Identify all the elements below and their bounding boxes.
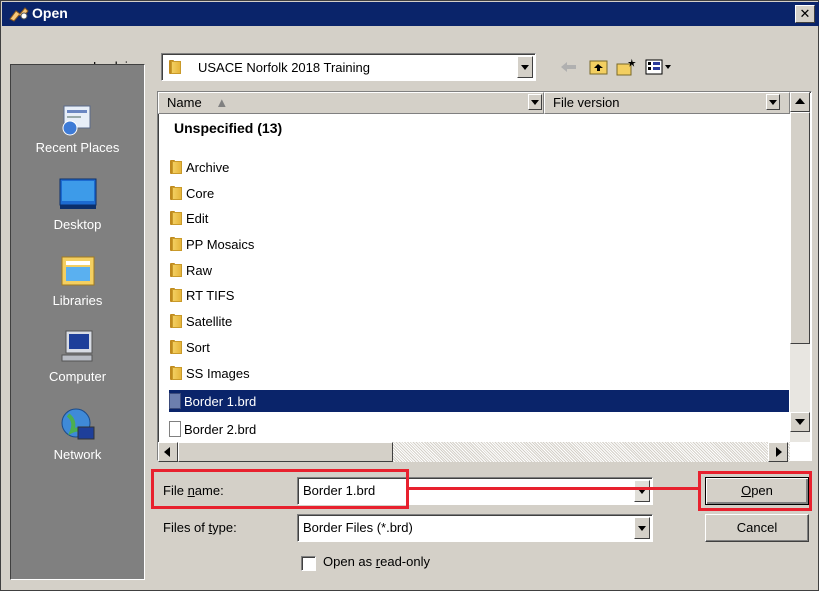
item-name: RT TIFS bbox=[186, 287, 235, 303]
cancel-button[interactable]: Cancel bbox=[705, 514, 809, 542]
file-icon bbox=[169, 393, 181, 409]
list-item[interactable]: Core bbox=[169, 182, 214, 204]
scroll-up-button[interactable] bbox=[790, 92, 810, 112]
item-name: Edit bbox=[186, 210, 209, 226]
list-item[interactable]: RT TIFS bbox=[169, 284, 234, 306]
item-name: Border 1.brd bbox=[184, 393, 257, 409]
column-label: File version bbox=[553, 95, 620, 110]
place-libraries[interactable]: Libraries bbox=[11, 251, 144, 308]
item-name: Raw bbox=[186, 262, 213, 278]
up-folder-icon[interactable] bbox=[588, 58, 610, 76]
scroll-left-button[interactable] bbox=[158, 442, 178, 462]
place-recent-places[interactable]: Recent Places bbox=[11, 98, 144, 155]
folder-icon bbox=[169, 287, 183, 303]
computer-icon bbox=[61, 330, 92, 362]
look-in-value: USACE Norfolk 2018 Training bbox=[198, 60, 370, 75]
column-label: Name bbox=[167, 95, 202, 110]
place-label: Computer bbox=[48, 369, 107, 384]
column-dropdown-icon[interactable] bbox=[766, 94, 780, 110]
column-header-file-version[interactable]: File version bbox=[544, 92, 790, 114]
look-in-combo[interactable]: USACE Norfolk 2018 Training bbox=[161, 53, 536, 81]
scroll-right-button[interactable] bbox=[768, 442, 788, 462]
file-type-label: Files of type: bbox=[163, 520, 237, 535]
item-name: Core bbox=[186, 185, 215, 201]
list-item[interactable]: Satellite bbox=[169, 310, 232, 332]
vertical-scrollbar[interactable] bbox=[790, 92, 810, 442]
group-header: Unspecified (13) bbox=[174, 120, 283, 136]
read-only-label[interactable]: Open as read-only bbox=[323, 554, 430, 569]
file-name-highlight bbox=[151, 469, 409, 509]
desktop-icon bbox=[59, 178, 96, 209]
places-bar: Recent Places Desktop Libraries Computer… bbox=[10, 64, 145, 580]
list-item[interactable]: SS Images bbox=[169, 362, 250, 384]
file-type-select[interactable]: Border Files (*.brd) bbox=[297, 514, 653, 542]
folder-icon bbox=[169, 185, 183, 201]
item-name: Satellite bbox=[186, 313, 233, 329]
item-name: Archive bbox=[186, 159, 230, 175]
close-icon: ✕ bbox=[799, 6, 811, 21]
list-item[interactable]: Border 2.brd bbox=[169, 418, 256, 440]
recent-places-icon bbox=[62, 105, 90, 136]
column-dropdown-icon[interactable] bbox=[528, 94, 542, 110]
view-menu-icon[interactable] bbox=[644, 58, 674, 76]
list-item[interactable]: Edit bbox=[169, 207, 208, 229]
list-item[interactable]: Archive bbox=[169, 156, 229, 178]
place-network[interactable]: Network bbox=[11, 405, 144, 462]
folder-icon bbox=[169, 365, 183, 381]
folder-icon bbox=[169, 313, 183, 329]
chevron-down-icon[interactable] bbox=[634, 517, 650, 539]
new-folder-icon[interactable] bbox=[615, 58, 639, 78]
app-icon bbox=[9, 7, 29, 22]
folder-icon bbox=[168, 59, 182, 75]
list-item[interactable]: PP Mosaics bbox=[169, 233, 254, 255]
folder-icon bbox=[169, 339, 183, 355]
file-type-value: Border Files (*.brd) bbox=[303, 520, 413, 535]
back-arrow-icon[interactable] bbox=[558, 58, 580, 76]
list-item[interactable]: Raw bbox=[169, 259, 212, 281]
place-label: Libraries bbox=[52, 293, 103, 308]
scroll-down-button[interactable] bbox=[790, 412, 810, 432]
item-name: Sort bbox=[186, 339, 210, 355]
open-button-highlight bbox=[698, 471, 812, 511]
place-label: Desktop bbox=[53, 217, 102, 232]
close-button[interactable]: ✕ bbox=[795, 5, 815, 23]
chevron-down-icon[interactable] bbox=[634, 480, 650, 502]
list-item-selected[interactable]: Border 1.brd bbox=[169, 390, 789, 412]
place-computer[interactable]: Computer bbox=[11, 327, 144, 384]
place-label: Recent Places bbox=[35, 140, 120, 155]
folder-icon bbox=[169, 159, 183, 175]
highlight-connector bbox=[409, 487, 700, 490]
horizontal-scroll-thumb[interactable] bbox=[178, 442, 393, 462]
file-list[interactable]: Name ▲ File version Unspecified (13) Arc… bbox=[157, 91, 812, 462]
folder-icon bbox=[169, 210, 183, 226]
place-desktop[interactable]: Desktop bbox=[11, 175, 144, 232]
folder-icon bbox=[169, 236, 183, 252]
item-name: Border 2.brd bbox=[184, 421, 257, 437]
title-bar[interactable]: Open ✕ bbox=[2, 2, 819, 26]
folder-icon bbox=[169, 262, 183, 278]
sort-ascending-icon: ▲ bbox=[215, 95, 229, 110]
list-item[interactable]: Sort bbox=[169, 336, 210, 358]
vertical-scroll-thumb[interactable] bbox=[790, 112, 810, 344]
network-icon bbox=[61, 408, 94, 440]
dialog-title: Open bbox=[32, 5, 68, 21]
libraries-icon bbox=[61, 256, 94, 286]
read-only-checkbox[interactable] bbox=[301, 556, 316, 571]
open-dialog: Open ✕ Look in: USACE Norfolk 2018 Train… bbox=[0, 0, 819, 591]
chevron-down-icon[interactable] bbox=[517, 56, 533, 78]
file-icon bbox=[169, 421, 181, 437]
place-label: Network bbox=[53, 447, 102, 462]
item-name: PP Mosaics bbox=[186, 236, 255, 252]
column-header-name[interactable]: Name ▲ bbox=[158, 92, 544, 114]
item-name: SS Images bbox=[186, 365, 250, 381]
horizontal-scrollbar[interactable] bbox=[158, 442, 790, 462]
